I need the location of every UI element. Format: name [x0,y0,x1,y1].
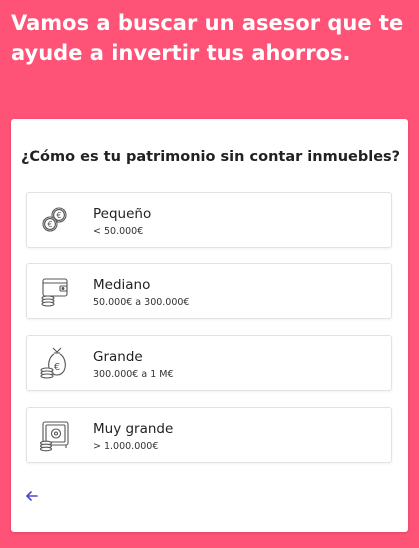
option-range: 300.000€ a 1 M€ [93,369,174,380]
option-grande[interactable]: € Grande 300.000€ a 1 M€ [26,335,392,391]
option-range: > 1.000.000€ [93,441,159,452]
back-arrow-icon[interactable] [24,488,40,504]
wallet-coins-icon [37,273,73,309]
money-bag-icon: € [37,345,73,381]
option-range: < 50.000€ [93,226,144,237]
option-mediano[interactable]: Mediano 50.000€ a 300.000€ [26,263,392,319]
option-label: Grande [93,349,143,365]
page-title: Vamos a buscar un asesor que te ayude a … [11,11,404,65]
safe-icon [37,417,73,453]
svg-text:€: € [47,220,52,229]
option-label: Mediano [93,277,151,293]
question-title: ¿Cómo es tu patrimonio sin contar inmueb… [21,149,401,165]
option-range: 50.000€ a 300.000€ [93,297,190,308]
option-label: Muy grande [93,421,174,437]
coins-euro-icon: € € [37,202,73,238]
option-label: Pequeño [93,206,152,222]
svg-text:€: € [54,362,60,373]
option-muy-grande[interactable]: Muy grande > 1.000.000€ [26,407,392,463]
question-card: ¿Cómo es tu patrimonio sin contar inmueb… [11,119,408,532]
option-pequeno[interactable]: € € Pequeño < 50.000€ [26,192,392,248]
svg-text:€: € [56,211,61,220]
